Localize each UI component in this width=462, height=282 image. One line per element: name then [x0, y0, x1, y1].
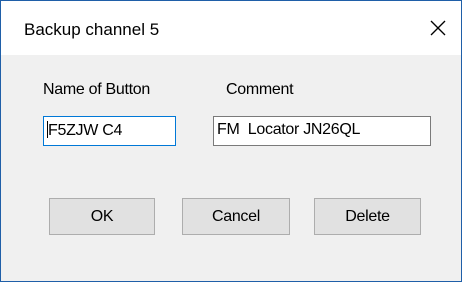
delete-button[interactable]: Delete [314, 198, 421, 235]
comment-input[interactable]: FM Locator JN26QL [213, 116, 431, 146]
close-icon [430, 20, 446, 36]
backup-channel-dialog: Backup channel 5 Name of Button Comment … [0, 0, 462, 282]
comment-value: FM Locator JN26QL [217, 121, 361, 138]
dialog-title: Backup channel 5 [24, 20, 160, 39]
name-of-button-label: Name of Button [43, 81, 150, 98]
ok-button-label: OK [90, 207, 114, 225]
cancel-button-label: Cancel [211, 207, 260, 225]
close-button[interactable] [415, 1, 461, 55]
ok-button[interactable]: OK [49, 198, 155, 235]
name-of-button-input[interactable]: F5ZJW C4 [43, 116, 176, 146]
name-of-button-value: F5ZJW C4 [48, 122, 123, 139]
cancel-button[interactable]: Cancel [182, 198, 290, 235]
title-bar: Backup channel 5 [1, 1, 461, 55]
delete-button-label: Delete [345, 207, 390, 225]
comment-label: Comment [226, 81, 294, 98]
